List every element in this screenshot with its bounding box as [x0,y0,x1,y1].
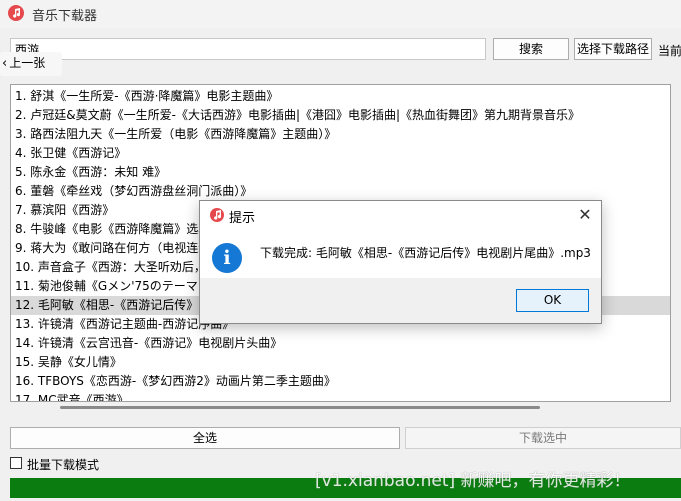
close-icon[interactable]: ✕ [575,205,595,225]
previous-page-button[interactable]: ‹ 上一张 [0,52,62,76]
current-path-label: 当前 [658,44,681,58]
list-item[interactable]: 4. 张卫健《西游记》 [11,144,670,163]
scrollbar-thumb[interactable] [60,406,540,409]
choose-download-path-button[interactable]: 选择下载路径 [574,38,652,60]
list-item[interactable]: 17. MC武音《西游》 [11,391,670,401]
music-note-icon [210,208,224,222]
search-button[interactable]: 搜索 [493,38,569,60]
list-item[interactable]: 6. 董磐《牵丝戏（梦幻西游盘丝洞门派曲）》 [11,182,670,201]
search-input[interactable] [10,38,486,60]
dialog-message: 下载完成: 毛阿敏《相思-《西游记后传》电视剧片尾曲》.mp3 [260,246,591,260]
select-all-button[interactable]: 全选 [10,427,400,449]
ok-button[interactable]: OK [516,289,589,312]
music-note-icon [8,5,24,21]
list-item[interactable]: 1. 舒淇《一生所爱-《西游·降魔篇》电影主题曲》 [11,87,670,106]
list-item[interactable]: 14. 许镜清《云宫迅音-《西游记》电视剧片头曲》 [11,334,670,353]
list-item[interactable]: 3. 路西法阻九天《一生所爱（电影《西游降魔篇》主题曲）》 [11,125,670,144]
dialog-title-bar [200,201,601,229]
batch-mode-checkbox[interactable] [10,457,22,469]
title-bar [0,0,681,28]
previous-page-label: 上一张 [9,56,46,70]
list-item[interactable]: 16. TFBOYS《恋西游-《梦幻西游2》动画片第二季主题曲》 [11,372,670,391]
chevron-left-icon: ‹ [2,56,8,71]
watermark-text: [v1.xianbao.net] 新赚吧，有你更精彩！ [315,471,631,491]
list-item[interactable]: 5. 陈永金《西游：未知 难》 [11,163,670,182]
dialog-title: 提示 [229,211,256,226]
info-icon: i [212,243,242,273]
list-item[interactable]: 15. 吴静《女儿情》 [11,353,670,372]
batch-mode-label: 批量下载模式 [27,458,100,472]
info-dialog: 提示 ✕ i 下载完成: 毛阿敏《相思-《西游记后传》电视剧片尾曲》.mp3 O… [199,200,602,324]
window-title: 音乐下载器 [32,9,98,24]
download-selected-button[interactable]: 下载选中 [405,427,681,449]
list-item[interactable]: 2. 卢冠廷&莫文蔚《一生所爱-《大话西游》电影插曲|《港囧》电影插曲|《热血街… [11,106,670,125]
